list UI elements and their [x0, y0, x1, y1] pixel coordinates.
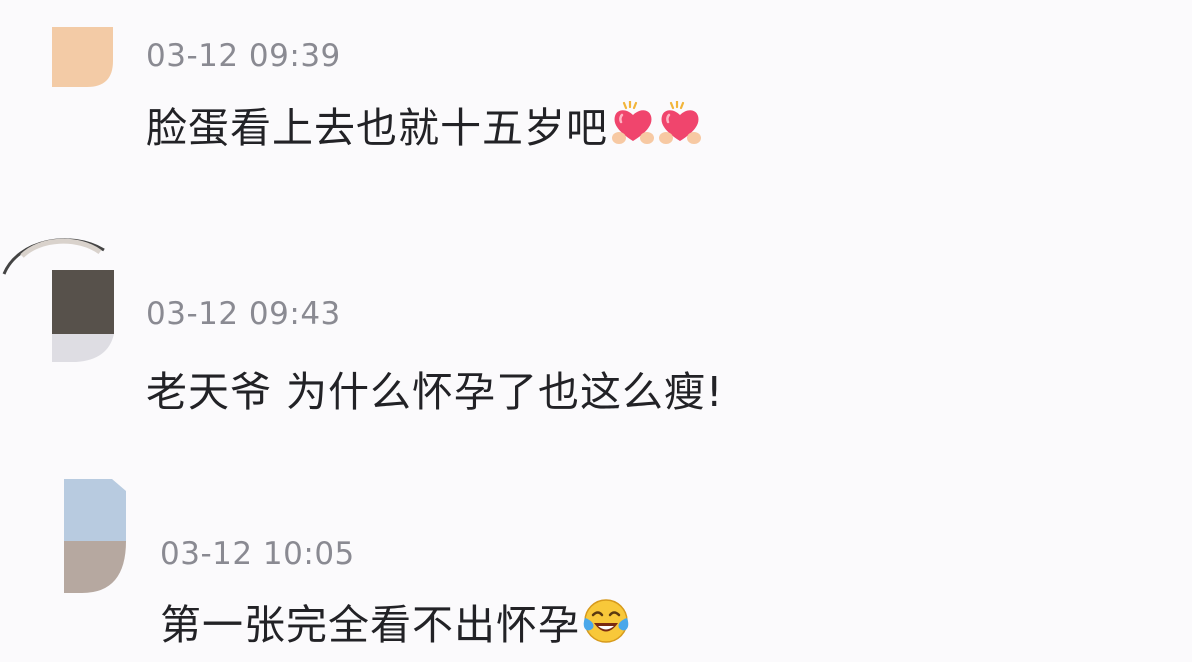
comment-body: 老天爷 为什么怀孕了也这么瘦! — [146, 360, 723, 416]
comment-timestamp: 03-12 10:05 — [160, 536, 355, 572]
comment-timestamp: 03-12 09:39 — [146, 38, 341, 74]
laugh-cry-emoji-icon — [583, 598, 629, 644]
avatar[interactable] — [64, 479, 126, 593]
comment-item: 03-12 10:05 第一张完全看不出怀孕 — [0, 450, 1192, 662]
comment-item: 03-12 09:43 老天爷 为什么怀孕了也这么瘦! — [0, 200, 1192, 450]
comment-text: 第一张完全看不出怀孕 — [160, 601, 580, 649]
avatar[interactable] — [52, 27, 113, 87]
heart-hands-emoji-icon — [611, 101, 655, 147]
comment-text: 老天爷 为什么怀孕了也这么瘦! — [146, 368, 724, 416]
avatar[interactable] — [0, 230, 114, 364]
comment-timestamp: 03-12 09:43 — [146, 296, 341, 332]
heart-hands-emoji-icon — [658, 101, 702, 147]
comment-body: 脸蛋看上去也就十五岁吧 — [146, 96, 702, 152]
comment-text: 脸蛋看上去也就十五岁吧 — [146, 104, 608, 152]
comment-body: 第一张完全看不出怀孕 — [160, 593, 629, 649]
comment-item: 03-12 09:39 脸蛋看上去也就十五岁吧 — [0, 0, 1192, 200]
